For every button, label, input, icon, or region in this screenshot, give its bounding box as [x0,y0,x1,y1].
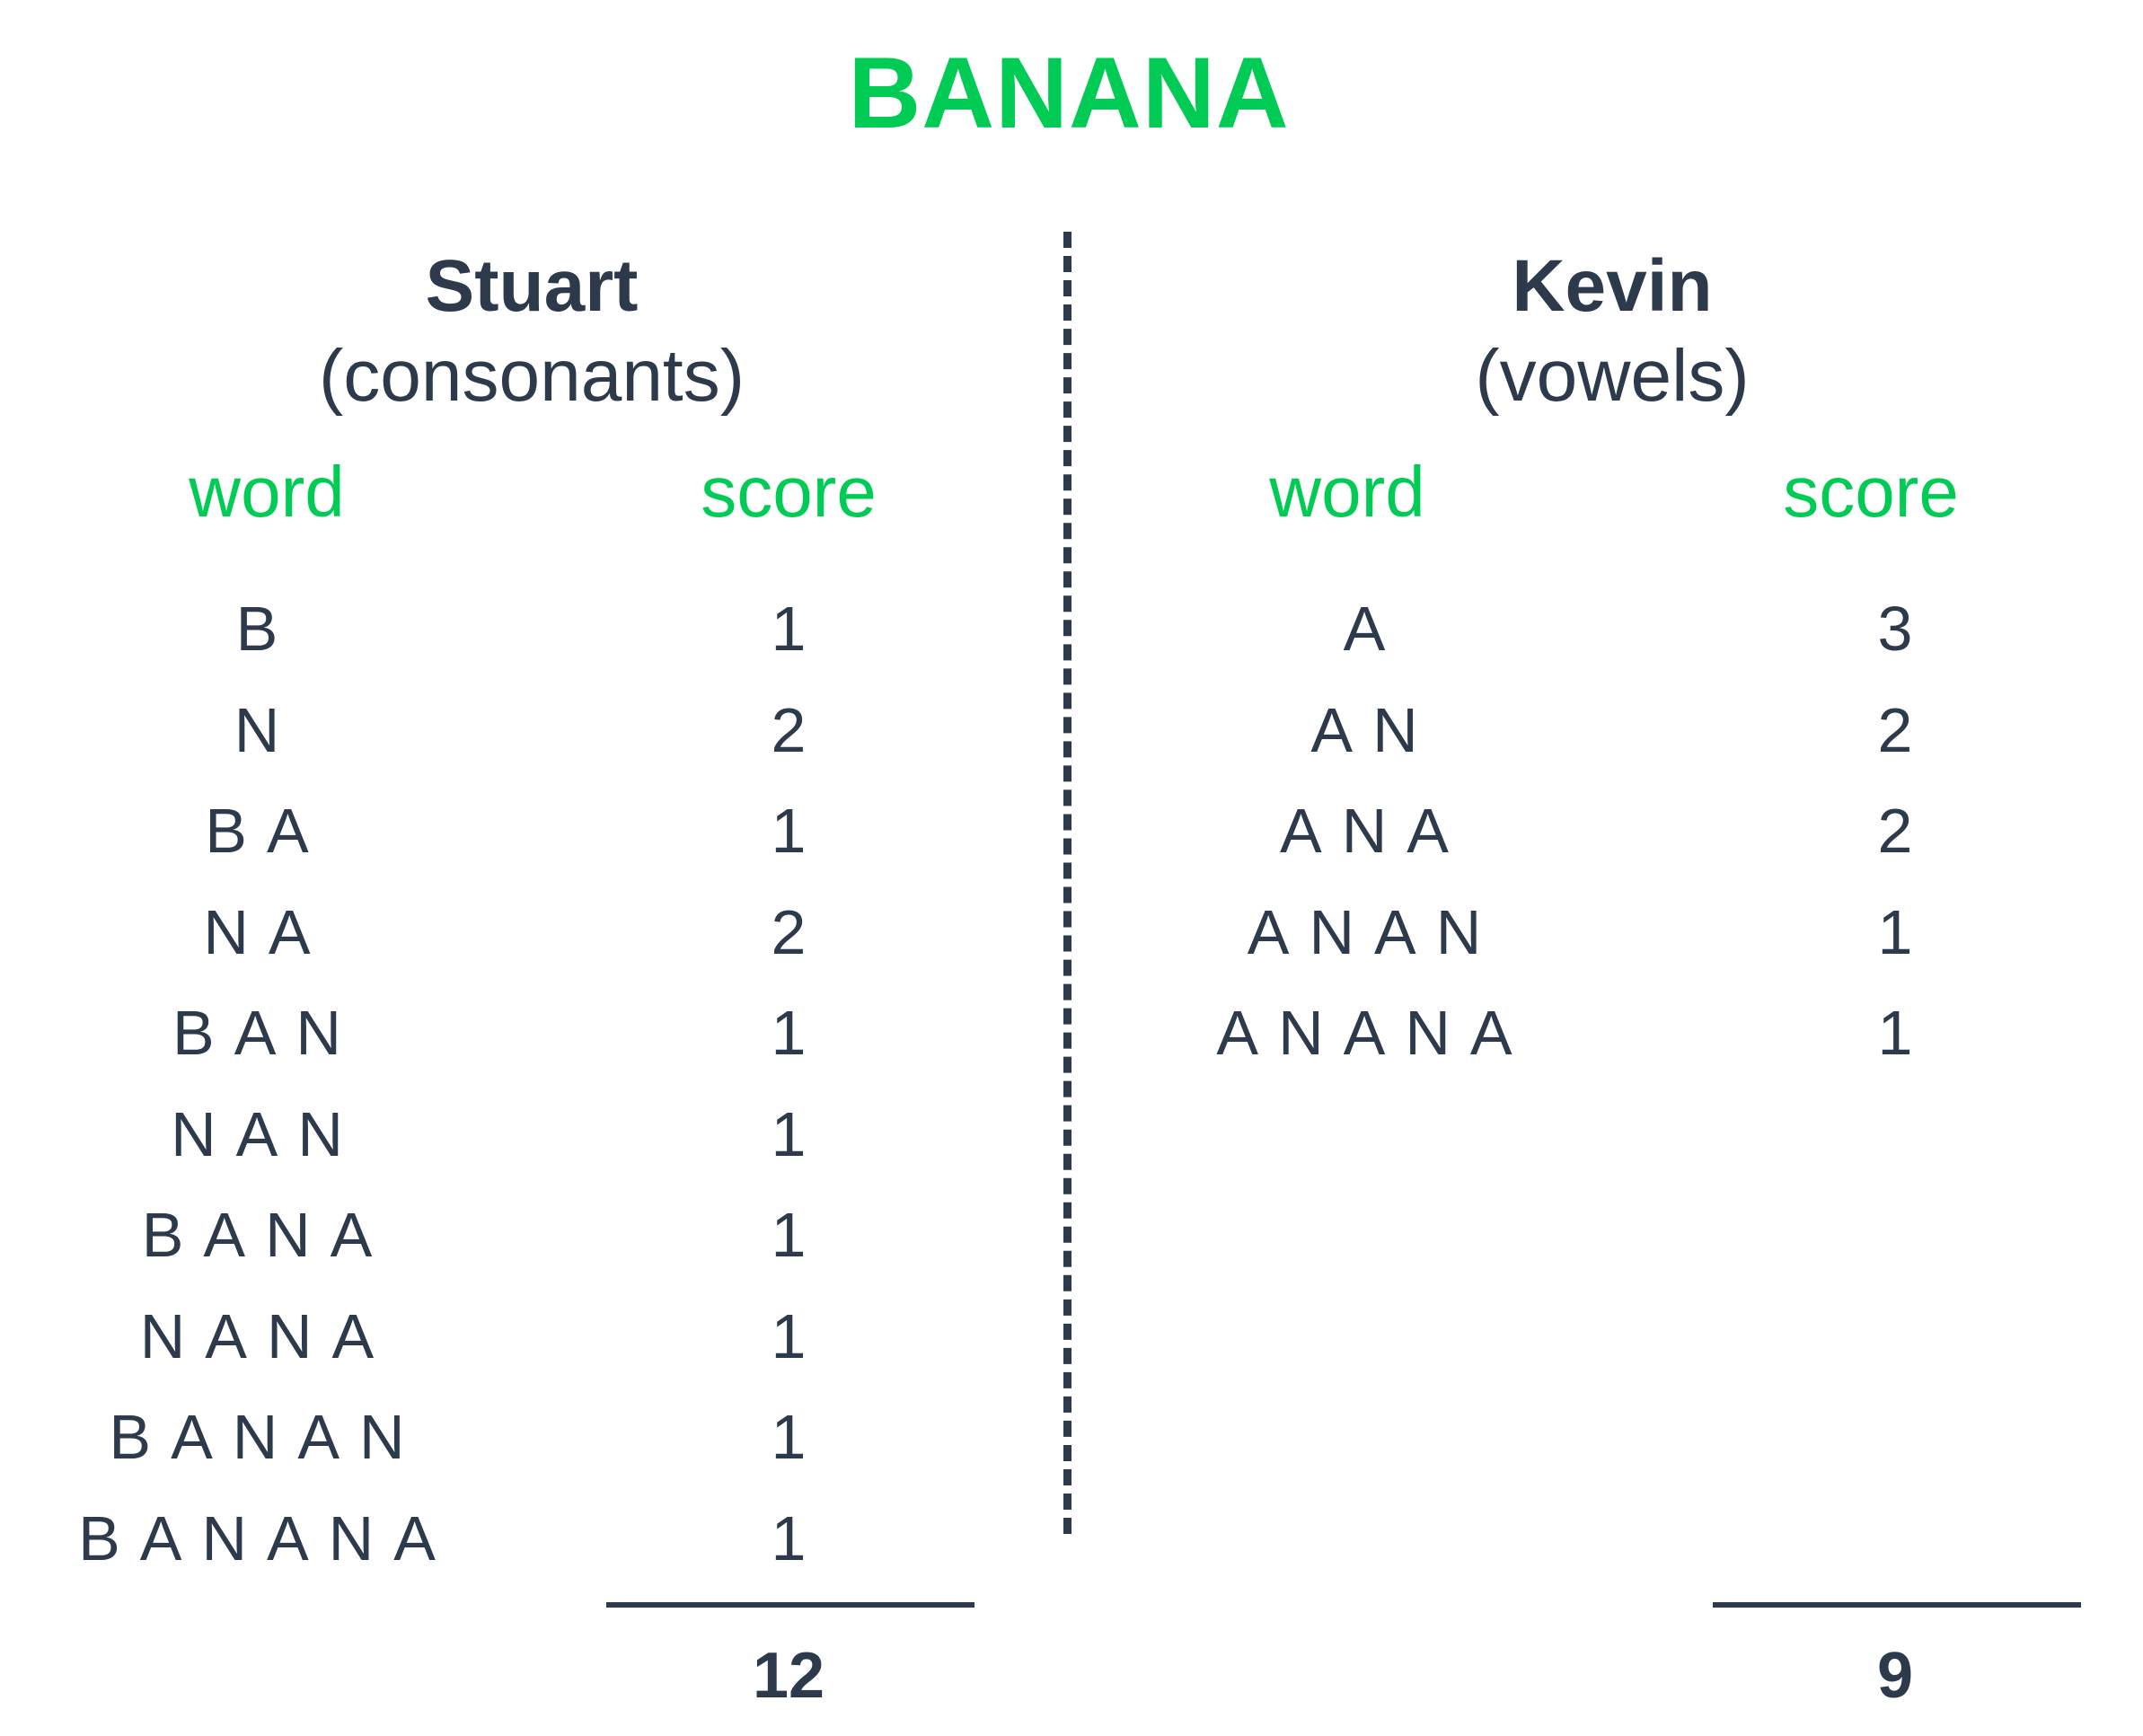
word-cell-stuart: BANA [141,1200,392,1270]
player-subtitle-stuart: (consonants) [318,335,745,417]
word-cell-stuart: NANA [139,1301,394,1371]
player-name-stuart: Stuart [425,245,639,327]
score-cell-stuart: 1 [771,1301,807,1371]
word-cell-kevin: ANA [1280,796,1468,866]
word-header-kevin: word [1269,452,1425,532]
sum-line-kevin [1713,1602,2081,1608]
word-cell-stuart: BANANA [78,1503,455,1573]
player-subtitle-kevin: (vowels) [1475,335,1750,417]
score-cell-stuart: 2 [771,695,807,765]
score-cell-stuart: 1 [771,1402,807,1472]
score-cell-stuart: 1 [771,1503,807,1573]
score-cell-kevin: 1 [1877,998,1913,1068]
score-cell-stuart: 1 [771,796,807,866]
word-cell-kevin: ANANA [1216,998,1532,1068]
score-cell-kevin: 3 [1877,594,1913,664]
word-cell-kevin: A [1343,594,1406,664]
score-cell-stuart: 1 [771,998,807,1068]
total-score-stuart: 12 [752,1640,825,1712]
page-title: BANANA [848,37,1290,149]
word-cell-stuart: BAN [172,998,361,1068]
score-cell-kevin: 2 [1877,796,1913,866]
score-header-kevin: score [1783,452,1959,532]
word-cell-stuart: NA [203,897,331,967]
score-header-stuart: score [701,452,877,532]
total-score-kevin: 9 [1876,1640,1914,1712]
score-cell-stuart: 1 [771,594,807,664]
word-cell-stuart: BA [205,796,329,866]
player-name-kevin: Kevin [1512,245,1713,327]
word-cell-stuart: BANAN [109,1402,425,1472]
sum-line-stuart [606,1602,974,1608]
divider-line [1063,232,1072,1534]
word-cell-kevin: ANAN [1247,897,1502,967]
score-cell-stuart: 1 [771,1099,807,1169]
score-cell-stuart: 2 [771,897,807,967]
score-cell-kevin: 2 [1877,695,1913,765]
word-cell-stuart: B [235,594,298,664]
word-cell-stuart: NAN [171,1099,363,1169]
score-cell-stuart: 1 [771,1200,807,1270]
word-cell-stuart: N [234,695,300,765]
word-header-stuart: word [189,452,345,532]
word-cell-kevin: AN [1310,695,1438,765]
score-cell-kevin: 1 [1877,897,1913,967]
